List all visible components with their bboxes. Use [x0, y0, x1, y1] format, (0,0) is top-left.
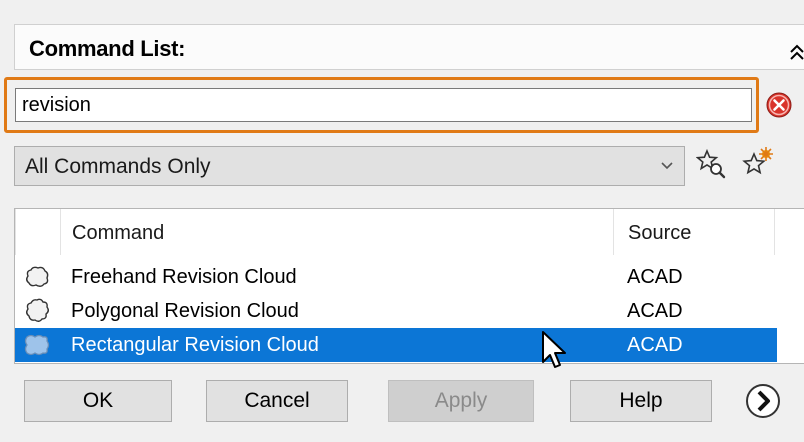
column-header-icon [15, 209, 61, 255]
command-name: Freehand Revision Cloud [71, 266, 297, 288]
column-header-source[interactable]: Source [613, 209, 775, 255]
panel-title: Command List: [29, 36, 186, 61]
command-name: Polygonal Revision Cloud [71, 300, 299, 322]
find-command-icon[interactable] [696, 148, 726, 180]
command-source: ACAD [627, 334, 683, 356]
search-highlight-box [4, 77, 759, 133]
cancel-button[interactable]: Cancel [206, 380, 348, 422]
filter-selected-value: All Commands Only [25, 155, 211, 178]
command-filter-dropdown[interactable]: All Commands Only [14, 146, 685, 186]
command-source: ACAD [627, 266, 683, 288]
table-row[interactable]: Freehand Revision Cloud ACAD [15, 260, 777, 294]
collapse-chevron-icon[interactable] [788, 41, 804, 63]
apply-button[interactable]: Apply [388, 380, 534, 422]
command-source: ACAD [627, 300, 683, 322]
freehand-cloud-icon [26, 266, 49, 287]
polygonal-cloud-icon [26, 298, 49, 322]
create-command-icon[interactable] [742, 146, 774, 180]
help-button[interactable]: Help [570, 380, 712, 422]
rectangular-cloud-icon [24, 334, 50, 356]
chevron-down-icon [661, 162, 673, 170]
command-list-dialog: Command List: All Commands Only Command [0, 0, 804, 442]
command-search-input[interactable] [15, 88, 752, 122]
command-name: Rectangular Revision Cloud [71, 334, 319, 356]
command-table: Command Source Freehand Revision Cloud A… [14, 208, 804, 364]
table-row[interactable]: Polygonal Revision Cloud ACAD [15, 294, 777, 328]
expand-arrow-icon[interactable] [744, 382, 782, 420]
ok-button[interactable]: OK [24, 380, 172, 422]
command-list-header: Command List: [14, 24, 804, 70]
clear-search-icon[interactable] [765, 91, 793, 119]
column-header-command[interactable]: Command [15, 209, 613, 255]
table-row-selected[interactable]: Rectangular Revision Cloud ACAD [15, 328, 777, 362]
